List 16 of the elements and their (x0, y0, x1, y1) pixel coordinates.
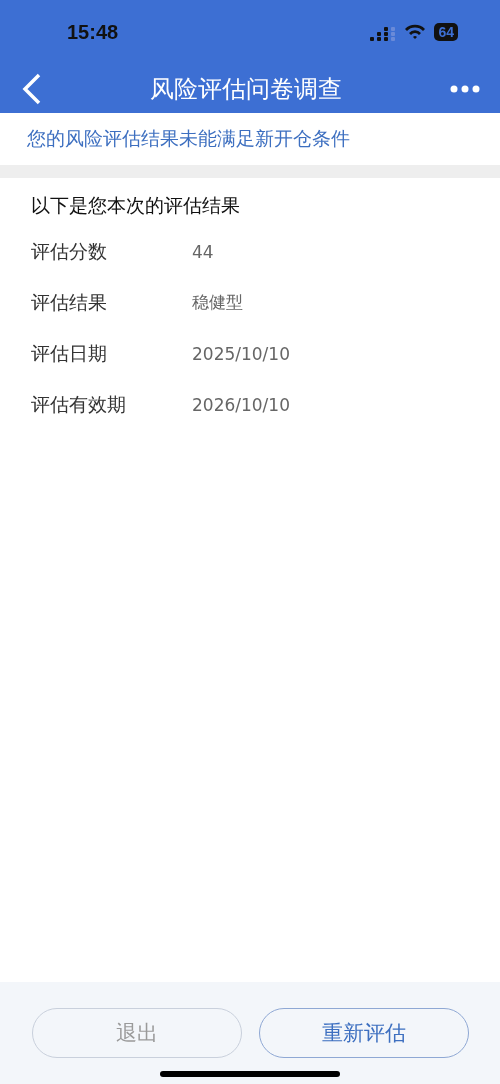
more-icon[interactable] (450, 84, 480, 93)
battery-icon: 64 (434, 23, 458, 41)
field-label: 评估结果 (31, 289, 108, 315)
section-heading: 以下是您本次的评估结果 (31, 193, 241, 218)
field-value: 2025/10/10 (192, 343, 290, 364)
back-icon[interactable] (22, 72, 42, 105)
wifi-icon (404, 24, 427, 40)
field-label: 评估分数 (31, 238, 108, 264)
field-label: 评估有效期 (31, 391, 127, 417)
field-value: 稳健型 (192, 291, 243, 314)
field-value: 2026/10/10 (192, 394, 290, 415)
notice-text: 您的风险评估结果未能满足新开仓条件 (26, 126, 351, 151)
status-time: 15:48 (67, 20, 119, 44)
page-title: 风险评估问卷调查 (150, 73, 342, 105)
field-label: 评估日期 (31, 340, 108, 366)
field-value: 44 (192, 241, 214, 262)
